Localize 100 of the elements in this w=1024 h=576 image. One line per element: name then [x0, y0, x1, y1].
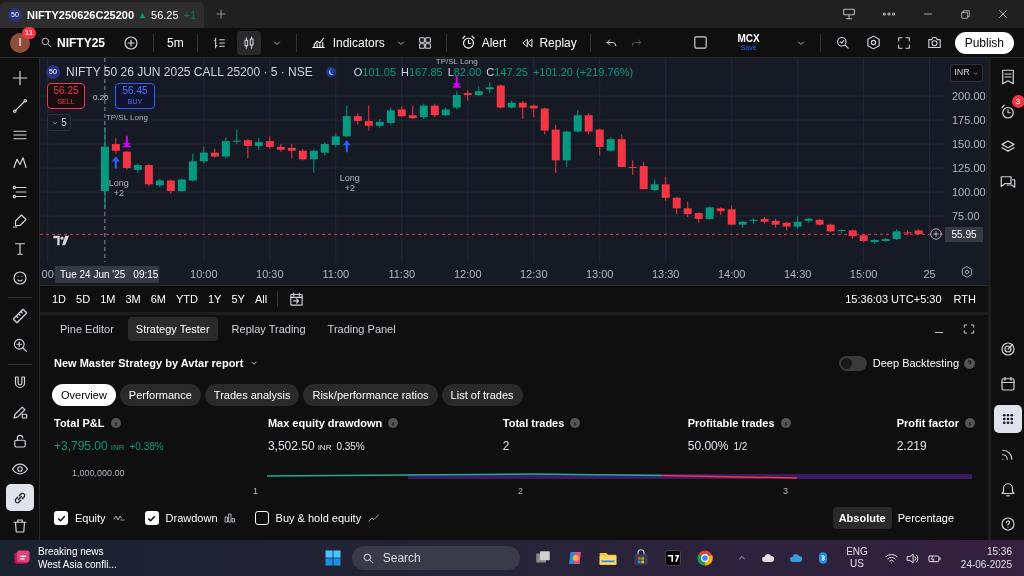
range-button[interactable]: 1Y: [207, 290, 222, 308]
session-label: RTH: [953, 291, 976, 307]
metric-label: Total trades: [502, 416, 565, 431]
strategy-selector[interactable]: New Master Strategy by Avtar report: [54, 354, 260, 372]
checkbox-label: Equity: [75, 510, 106, 526]
replay-button[interactable]: Replay: [520, 33, 577, 52]
panel-tab[interactable]: Replay Trading: [223, 317, 314, 341]
ohlc-value: 147.25: [494, 66, 528, 78]
toggle-label: Deep Backtesting: [872, 355, 959, 371]
chart-symbol: NIFTY 50 26 JUN 2025 CALL 25200 · 5 · NSE: [66, 66, 313, 78]
axis-label: 10:30: [256, 268, 284, 280]
region-label: US: [850, 558, 864, 570]
metric-change: 0.35%: [336, 439, 365, 454]
metric-value: 2.219: [896, 437, 927, 455]
spread-label: 0.20: [93, 92, 109, 104]
price-tag: 55.95: [945, 226, 983, 242]
report-tab[interactable]: Risk/performance ratios: [303, 384, 438, 406]
panel-tab[interactable]: Pine Editor: [52, 317, 122, 341]
unit-label: INR: [110, 441, 125, 454]
range-button[interactable]: 3M: [125, 290, 141, 308]
axis-label: 75.00: [952, 210, 980, 222]
metric-label: Profit factor: [896, 416, 959, 431]
alert-button[interactable]: Alert: [459, 33, 507, 52]
metric-value: 2: [502, 437, 510, 455]
axis-label: 25: [923, 268, 936, 280]
axis-label: 12:30: [519, 268, 548, 280]
metric-change: +0.38%: [129, 439, 164, 454]
ohlc-key: L: [447, 66, 454, 78]
ohlc-key: O: [353, 66, 363, 78]
crosshair-date: Tue 24 Jun '25: [59, 268, 126, 282]
checkbox-label: Drawdown: [165, 510, 218, 526]
news-headline: West Asia confli...: [38, 558, 117, 571]
marker-label: TP/SL Long: [105, 114, 148, 122]
axis-label: 11:30: [388, 268, 416, 280]
range-button[interactable]: 5D: [76, 290, 91, 308]
currency-dropdown[interactable]: INR: [950, 64, 983, 82]
ohlc-value: 167.85: [408, 66, 443, 78]
language-label: ENG: [846, 546, 868, 558]
tool-button[interactable]: 3: [993, 98, 1022, 126]
clock-date: 24-06-2025: [960, 558, 1012, 571]
axis-label: 200.00: [952, 90, 986, 102]
marker-quantity: +2: [113, 188, 124, 199]
range-button[interactable]: 1M: [100, 290, 116, 308]
checkbox-label: Buy & hold equity: [275, 510, 362, 526]
metric-value: +3,795.00: [54, 437, 108, 455]
axis-label: 14:30: [783, 268, 812, 280]
unit-label: INR: [317, 441, 332, 454]
range-button[interactable]: 1D: [52, 290, 67, 308]
range-button[interactable]: All: [254, 290, 268, 308]
report-tab[interactable]: List of trades: [441, 384, 523, 406]
axis-label: 13:00: [585, 268, 614, 280]
indicator-toggle-button[interactable]: 5: [47, 114, 71, 131]
metric-value: 50.00%: [687, 437, 729, 455]
marker-quantity: +2: [344, 182, 355, 193]
clock-text: 15:36:03 UTC+5:30: [845, 291, 942, 307]
scale-mode-button[interactable]: Absolute: [832, 507, 892, 529]
marker-label: TP/SL Long: [435, 58, 478, 66]
axis-label: 11:00: [322, 268, 350, 280]
ohlc-change: +101.20 (+219.76%): [532, 66, 634, 78]
metric-label: Profitable trades: [687, 416, 775, 431]
report-tab[interactable]: Performance: [119, 384, 201, 406]
metric-change: 1/2: [733, 439, 748, 454]
ohlc-value: 101.05: [362, 66, 396, 78]
marker-label: Long: [108, 178, 129, 189]
axis-label: 1: [253, 485, 258, 498]
axis-label: 13:30: [651, 268, 680, 280]
axis-label: 15:00: [849, 268, 878, 280]
search-field[interactable]: Search: [351, 546, 520, 570]
axis-label: 150.00: [952, 138, 986, 150]
symbol-search[interactable]: NIFTY25: [40, 33, 112, 52]
axis-label: 12:00: [454, 268, 482, 280]
panel-tab[interactable]: Strategy Tester: [127, 317, 218, 341]
indicators-button[interactable]: Indicators: [309, 33, 385, 52]
interval-button[interactable]: 5m: [167, 33, 184, 52]
crosshair-time: 09:15: [133, 268, 159, 282]
panel-tab[interactable]: Trading Panel: [319, 317, 404, 341]
axis-label: 100.00: [952, 186, 986, 198]
metric-label: Total P&L: [54, 416, 105, 431]
range-button[interactable]: 6M: [150, 290, 166, 308]
tab-title: NIFTY250626C25200: [27, 7, 134, 23]
tab-change: +1: [183, 7, 197, 23]
metric-value: 3,502.50: [267, 437, 315, 455]
tab-price: 56.25: [151, 7, 179, 23]
ohlc-key: C: [486, 66, 495, 78]
ohlc-value: 82.00: [453, 66, 482, 78]
marker-label: Long: [339, 172, 360, 183]
clock-time: 15:36: [986, 545, 1012, 558]
axis-label: 175.00: [952, 114, 986, 126]
axis-label: 10:00: [190, 268, 218, 280]
report-tab[interactable]: Trades analysis: [204, 384, 300, 406]
scale-mode-button[interactable]: Percentage: [891, 507, 960, 529]
range-button[interactable]: YTD: [175, 290, 198, 308]
axis-label: 3: [783, 485, 788, 498]
range-button[interactable]: 5Y: [231, 290, 245, 308]
axis-label: 14:00: [717, 268, 746, 280]
report-tab[interactable]: Overview: [52, 384, 116, 406]
publish-button[interactable]: Publish: [954, 31, 1014, 54]
metric-label: Max equity drawdown: [267, 416, 383, 431]
axis-label: 125.00: [952, 162, 986, 174]
axis-label: 00: [41, 268, 54, 280]
